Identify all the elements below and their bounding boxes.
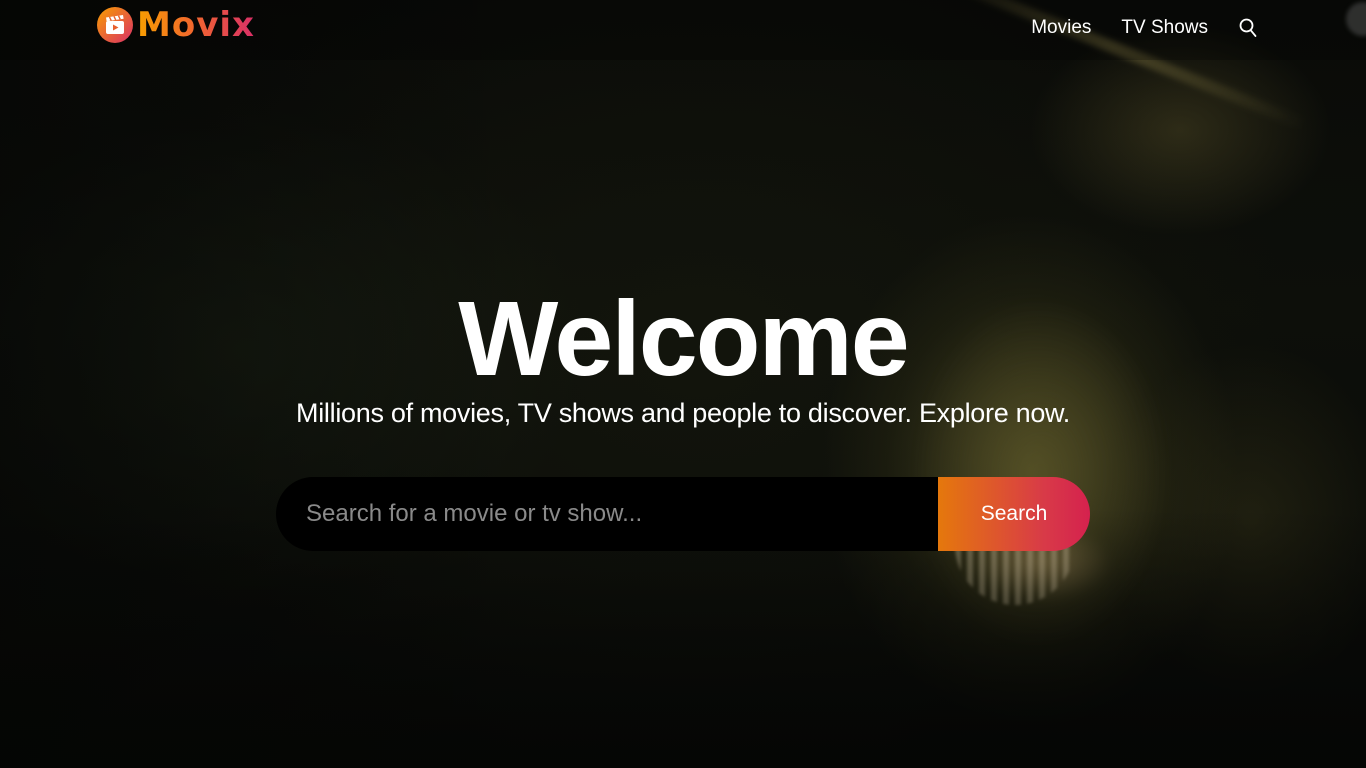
hero-subtitle: Millions of movies, TV shows and people …	[296, 398, 1070, 428]
corner-avatar-blob	[1346, 2, 1366, 36]
page: Movix Movies TV Shows Welcome Millions o…	[0, 0, 1366, 768]
hero-title: Welcome	[458, 280, 909, 398]
main-nav: Movies TV Shows	[1031, 16, 1258, 40]
nav-tv-shows-link[interactable]: TV Shows	[1121, 16, 1208, 40]
search-input[interactable]	[276, 477, 938, 551]
hero-section: Welcome Millions of movies, TV shows and…	[0, 283, 1366, 551]
logo-text: Movix	[137, 5, 255, 45]
search-button[interactable]: Search	[938, 477, 1090, 551]
search-icon[interactable]	[1238, 17, 1258, 39]
nav-movies-link[interactable]: Movies	[1031, 16, 1091, 40]
logo[interactable]: Movix	[97, 5, 255, 45]
hero-search-bar: Search	[276, 477, 1090, 551]
movie-clapper-play-icon	[97, 7, 133, 43]
site-header: Movix Movies TV Shows	[0, 0, 1366, 60]
